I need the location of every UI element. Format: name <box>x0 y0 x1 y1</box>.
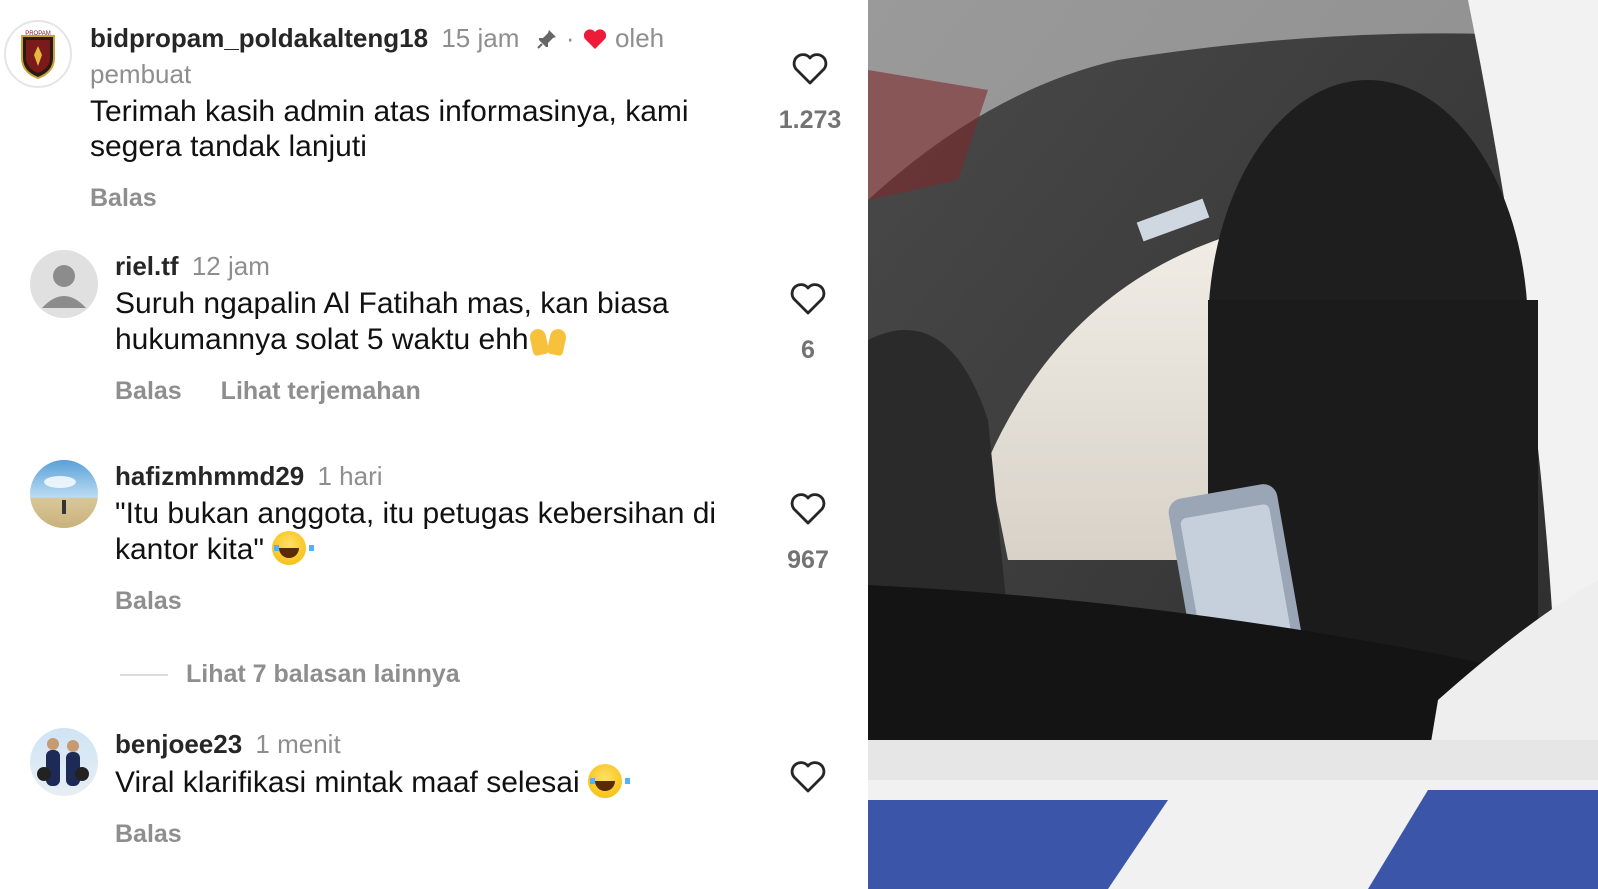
reply-button[interactable]: Balas <box>115 587 182 615</box>
comment-actions: Balas <box>90 184 770 213</box>
avatar[interactable] <box>30 460 98 528</box>
comment-actions: Balas <box>115 587 775 616</box>
separator-dot: · <box>565 23 575 53</box>
reply-button[interactable]: Balas <box>90 184 157 212</box>
like-area: 967 <box>768 492 848 575</box>
comment-text-line: Suruh ngapalin Al Fatihah mas, kan biasa <box>115 287 669 320</box>
comment-meta: bidpropam_poldakalteng18 15 jam · oleh <box>90 22 770 58</box>
reply-button[interactable]: Balas <box>115 820 182 848</box>
heart-outline-icon[interactable] <box>789 760 827 794</box>
comment-text-line: segera tandak lanjuti <box>90 130 367 163</box>
heart-filled-icon <box>582 26 608 58</box>
reply-button[interactable]: Balas <box>115 377 182 405</box>
username[interactable]: riel.tf <box>115 251 179 281</box>
laughing-emoji-icon <box>272 531 315 565</box>
raised-hands-emoji-icon <box>529 321 569 355</box>
liked-by-label: oleh <box>614 23 665 53</box>
comments-panel: PROPAM bidpropam_poldakalteng18 15 jam ·… <box>0 0 868 889</box>
comment-actions: Balas <box>115 820 775 849</box>
comment-text: Viral klarifikasi mintak maaf selesai <box>115 764 775 800</box>
pin-icon <box>535 26 559 58</box>
like-count: 6 <box>801 336 815 364</box>
comment-text-line: hukumannya solat 5 waktu ehh <box>115 323 529 356</box>
video-frame-image <box>868 0 1598 889</box>
heart-outline-icon[interactable] <box>789 282 827 316</box>
comment-body: bidpropam_poldakalteng18 15 jam · oleh p… <box>90 22 770 213</box>
timestamp: 1 menit <box>255 729 341 759</box>
comment-text-line: Viral klarifikasi mintak maaf selesai <box>115 766 580 799</box>
timestamp: 15 jam <box>441 23 520 53</box>
comment-body: riel.tf 12 jam Suruh ngapalin Al Fatihah… <box>115 250 775 406</box>
view-more-replies-label: Lihat 7 balasan lainnya <box>186 660 460 688</box>
divider <box>120 673 168 676</box>
timestamp: 12 jam <box>191 251 270 281</box>
comment-actions: Balas Lihat terjemahan <box>115 377 775 406</box>
comment-meta: benjoee23 1 menit <box>115 728 775 760</box>
avatar-logo-text: PROPAM <box>25 31 51 37</box>
avatar[interactable] <box>30 728 98 796</box>
username[interactable]: bidpropam_poldakalteng18 <box>90 23 428 53</box>
comment-body: hafizmhmmd29 1 hari "Itu bukan anggota, … <box>115 460 775 616</box>
like-area: 1.273 <box>770 52 850 135</box>
heart-outline-icon[interactable] <box>789 492 827 526</box>
comment-meta: hafizmhmmd29 1 hari <box>115 460 775 492</box>
comment-text-line: "Itu bukan anggota, itu petugas kebersih… <box>115 497 717 530</box>
like-area: 6 <box>768 282 848 365</box>
like-count: 1.273 <box>778 106 842 134</box>
avatar[interactable]: PROPAM <box>4 20 72 88</box>
timestamp: 1 hari <box>317 461 383 491</box>
default-avatar-icon[interactable] <box>30 250 98 318</box>
comment-text: "Itu bukan anggota, itu petugas kebersih… <box>115 496 775 567</box>
view-more-replies-button[interactable]: Lihat 7 balasan lainnya <box>120 660 460 689</box>
heart-outline-icon[interactable] <box>791 52 829 86</box>
like-area <box>768 760 848 794</box>
comment-body: benjoee23 1 menit Viral klarifikasi mint… <box>115 728 775 849</box>
username[interactable]: benjoee23 <box>115 729 242 759</box>
like-count: 967 <box>787 546 829 574</box>
comment-text-line: kantor kita" <box>115 533 265 566</box>
comment-text: Terimah kasih admin atas informasinya, k… <box>90 94 770 164</box>
comment-text-line: Terimah kasih admin atas informasinya, k… <box>90 95 689 128</box>
see-translation-button[interactable]: Lihat terjemahan <box>221 377 421 405</box>
comment-text: Suruh ngapalin Al Fatihah mas, kan biasa… <box>115 286 775 357</box>
car-interior-photo <box>868 0 1598 889</box>
comment-meta: riel.tf 12 jam <box>115 250 775 282</box>
laughing-emoji-icon <box>587 764 630 798</box>
liked-by-label-2: pembuat <box>90 59 192 89</box>
username[interactable]: hafizmhmmd29 <box>115 461 304 491</box>
